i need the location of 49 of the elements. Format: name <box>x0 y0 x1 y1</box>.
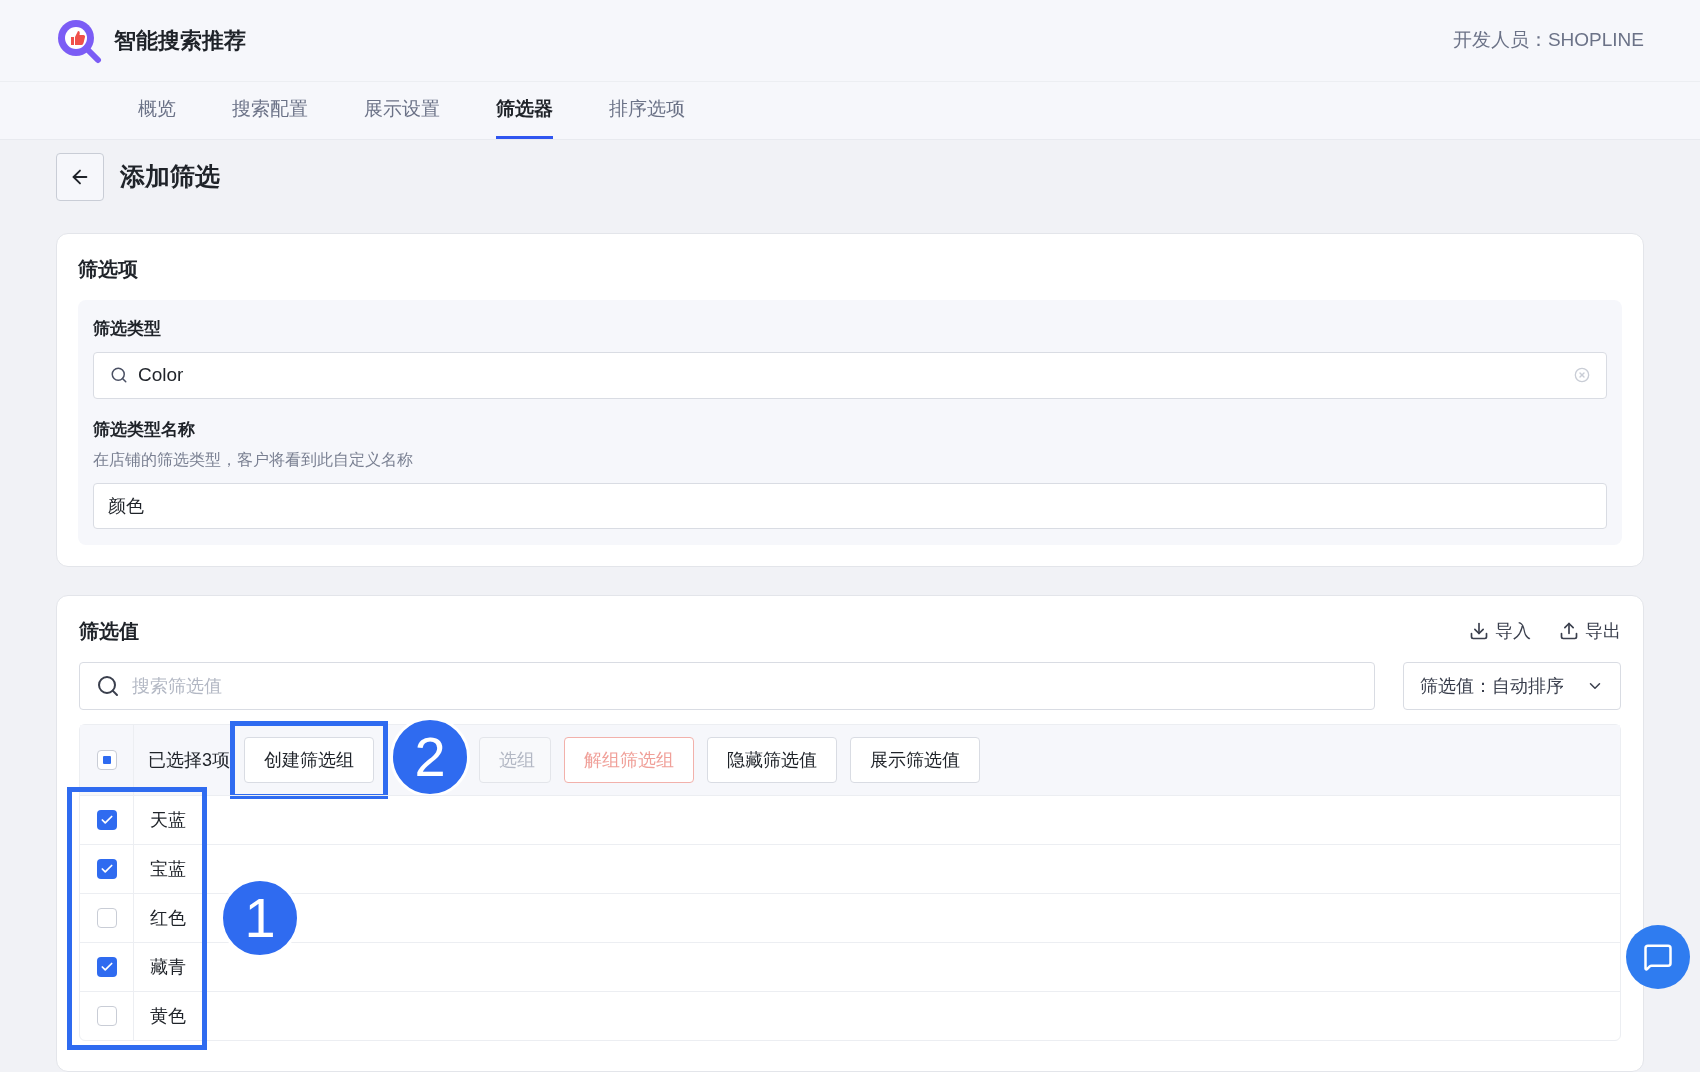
page-title: 添加筛选 <box>120 161 220 193</box>
search-icon <box>96 674 120 698</box>
import-button[interactable]: 导入 <box>1469 617 1531 645</box>
card-title: 筛选项 <box>78 257 139 282</box>
checkbox[interactable] <box>96 908 117 928</box>
nav-tab[interactable]: 展示设置 <box>364 82 440 139</box>
bulk-action-button[interactable]: 隐藏筛选值 <box>707 737 837 783</box>
bulk-action-button[interactable]: 展示筛选值 <box>850 737 980 783</box>
filter-name-field[interactable]: 颜色 <box>93 483 1607 529</box>
callout-number-badge: 2 <box>390 717 470 797</box>
checkbox[interactable] <box>96 1006 117 1026</box>
chat-icon <box>1643 942 1673 972</box>
logo-icon <box>56 17 102 64</box>
field-label: 筛选类型 <box>93 318 162 340</box>
search-field[interactable]: 搜索筛选值 <box>79 662 1375 710</box>
select-all-checkbox[interactable] <box>96 750 117 770</box>
back-button[interactable] <box>56 153 104 201</box>
developer-label: 开发人员：SHOPLINE <box>1452 28 1644 53</box>
selection-count: 已选择3项 <box>148 748 230 772</box>
download-icon <box>1469 621 1489 641</box>
bulk-action-button[interactable]: 创建筛选组 <box>244 737 374 783</box>
app-name: 智能搜索推荐 <box>114 27 246 55</box>
check-icon <box>99 813 114 827</box>
nav-tab[interactable]: 搜索配置 <box>232 82 308 139</box>
card-title: 筛选值 <box>79 619 139 644</box>
nav-tab[interactable]: 筛选器 <box>496 82 553 139</box>
field-label: 筛选类型名称 <box>93 418 196 441</box>
checkbox[interactable] <box>96 810 117 830</box>
checkbox[interactable] <box>96 957 117 977</box>
field-value: Color <box>138 362 185 387</box>
value-name: 天蓝 <box>150 808 186 832</box>
callout-number-badge: 1 <box>220 878 300 958</box>
export-button[interactable]: 导出 <box>1559 617 1621 645</box>
check-icon <box>99 960 114 974</box>
search-icon <box>110 366 128 384</box>
search-input[interactable]: 搜索筛选值 <box>132 672 1358 700</box>
value-name: 红色 <box>150 906 186 930</box>
value-name: 藏青 <box>150 955 186 979</box>
field-hint: 在店铺的筛选类型，客户将看到此自定义名称 <box>93 450 414 470</box>
sort-dropdown[interactable]: 筛选值：自动排序 <box>1403 662 1621 710</box>
checkbox[interactable] <box>96 859 117 879</box>
value-name: 宝蓝 <box>150 857 186 881</box>
value-name: 黄色 <box>150 1004 186 1028</box>
partial-mark-icon <box>102 756 111 764</box>
filter-type-field[interactable]: Color <box>93 351 1607 399</box>
check-icon <box>99 862 114 876</box>
nav-tab[interactable]: 概览 <box>138 82 176 139</box>
upload-icon <box>1559 621 1579 641</box>
nav-tab[interactable]: 排序选项 <box>609 82 685 139</box>
